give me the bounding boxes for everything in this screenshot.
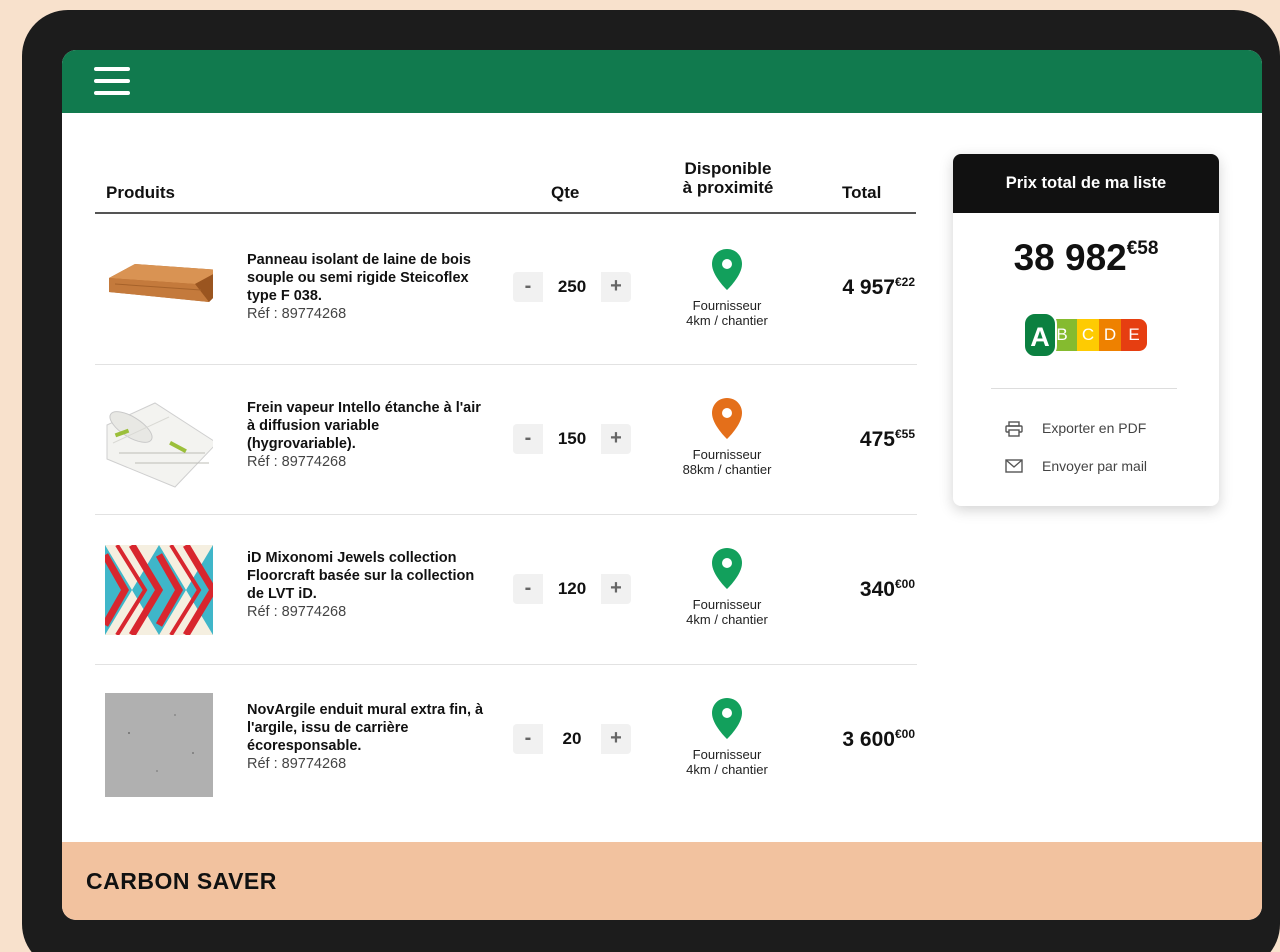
- column-header-disponible-line2: à proximité: [682, 178, 774, 197]
- product-name: iD Mixonomi Jewels collection Floorcraft…: [247, 550, 475, 602]
- line-total-cents: €00: [894, 577, 915, 591]
- decrease-button[interactable]: -: [513, 574, 543, 604]
- product-name: Frein vapeur Intello étanche à l'air à d…: [247, 400, 481, 452]
- map-pin-icon: [712, 249, 742, 290]
- product-row: Frein vapeur Intello étanche à l'air à d…: [95, 365, 917, 515]
- line-total-cents: €55: [894, 427, 915, 441]
- line-total: 3 600€00: [842, 727, 915, 752]
- send-mail-label: Envoyer par mail: [1042, 458, 1148, 474]
- app-screen: Produits Qte Disponible à proximité Tota…: [62, 50, 1262, 920]
- product-description: NovArgile enduit mural extra fin, à l'ar…: [247, 701, 487, 773]
- decrease-button[interactable]: -: [513, 424, 543, 454]
- supplier-label: Fournisseur: [692, 298, 762, 313]
- decrease-button[interactable]: -: [513, 272, 543, 302]
- quantity-stepper: - 20 +: [513, 724, 631, 754]
- eco-score-c: C: [1077, 319, 1099, 351]
- quantity-value[interactable]: 250: [543, 272, 601, 302]
- supplier-distance: 4km / chantier: [686, 612, 768, 627]
- product-name: NovArgile enduit mural extra fin, à l'ar…: [247, 702, 484, 754]
- product-image-floor-tile: [105, 545, 213, 635]
- eco-score-badge: B C D E A: [1023, 312, 1149, 358]
- line-total-main: 3 600: [842, 728, 895, 751]
- line-total: 4 957€22: [842, 275, 915, 300]
- quantity-stepper: - 250 +: [513, 272, 631, 302]
- envelope-icon: [1005, 459, 1023, 473]
- availability: Fournisseur 4km / chantier: [655, 248, 799, 328]
- summary-title: Prix total de ma liste: [953, 154, 1219, 213]
- footer: CARBON SAVER: [62, 842, 1262, 920]
- product-image-vapor-membrane: [106, 402, 213, 488]
- increase-button[interactable]: +: [601, 272, 631, 302]
- availability: Fournisseur 4km / chantier: [655, 697, 799, 777]
- product-image-clay-plaster: [105, 693, 213, 797]
- column-header-disponible: Disponible à proximité: [668, 159, 788, 197]
- map-pin-icon: [712, 548, 742, 589]
- increase-button[interactable]: +: [601, 424, 631, 454]
- supplier-distance: 88km / chantier: [682, 462, 772, 477]
- product-ref: Réf : 89774268: [247, 306, 347, 322]
- eco-score-e: E: [1121, 319, 1147, 351]
- line-total-cents: €22: [894, 275, 915, 289]
- line-total-cents: €00: [894, 727, 915, 741]
- supplier-distance: 4km / chantier: [686, 762, 768, 777]
- product-description: iD Mixonomi Jewels collection Floorcraft…: [247, 549, 487, 621]
- brand-name: CARBON SAVER: [86, 868, 277, 894]
- export-pdf-label: Exporter en PDF: [1042, 420, 1147, 436]
- eco-score-a-selected: A: [1023, 312, 1057, 358]
- increase-button[interactable]: +: [601, 574, 631, 604]
- column-header-disponible-line1: Disponible: [684, 159, 772, 178]
- product-image-wood-panel: [109, 264, 213, 302]
- product-ref: Réf : 89774268: [247, 454, 347, 470]
- column-header-qte: Qte: [551, 183, 580, 202]
- quantity-value[interactable]: 120: [543, 574, 601, 604]
- line-total: 340€00: [860, 577, 915, 602]
- supplier-label: Fournisseur: [692, 597, 762, 612]
- product-ref: Réf : 89774268: [247, 756, 347, 772]
- product-row: Panneau isolant de laine de bois souple …: [95, 215, 917, 365]
- supplier-label: Fournisseur: [692, 747, 762, 762]
- availability: Fournisseur 88km / chantier: [655, 397, 799, 477]
- quantity-stepper: - 150 +: [513, 424, 631, 454]
- product-name: Panneau isolant de laine de bois souple …: [247, 252, 471, 304]
- summary-divider: [991, 388, 1177, 389]
- summary-total-cents: €58: [1126, 238, 1159, 259]
- availability: Fournisseur 4km / chantier: [655, 547, 799, 627]
- line-total: 475€55: [860, 427, 915, 452]
- decrease-button[interactable]: -: [513, 724, 543, 754]
- map-pin-icon: [712, 698, 742, 739]
- hamburger-icon[interactable]: [94, 67, 130, 95]
- header-divider: [95, 212, 916, 214]
- supplier-label: Fournisseur: [692, 447, 762, 462]
- quantity-value[interactable]: 20: [543, 724, 601, 754]
- line-total-main: 475: [859, 428, 895, 451]
- line-total-main: 340: [859, 578, 895, 601]
- summary-total: 38 982€58: [953, 237, 1219, 279]
- product-ref: Réf : 89774268: [247, 604, 347, 620]
- product-row: iD Mixonomi Jewels collection Floorcraft…: [95, 515, 917, 665]
- line-total-main: 4 957: [842, 276, 895, 299]
- printer-icon: [1005, 421, 1023, 437]
- product-row: NovArgile enduit mural extra fin, à l'ar…: [95, 665, 917, 815]
- increase-button[interactable]: +: [601, 724, 631, 754]
- supplier-distance: 4km / chantier: [686, 313, 768, 328]
- top-bar: [62, 50, 1262, 113]
- column-header-produits: Produits: [106, 183, 175, 202]
- quantity-value[interactable]: 150: [543, 424, 601, 454]
- product-description: Panneau isolant de laine de bois souple …: [247, 251, 487, 323]
- map-pin-icon: [712, 398, 742, 439]
- summary-total-main: 38 982: [1013, 237, 1127, 278]
- quantity-stepper: - 120 +: [513, 574, 631, 604]
- summary-card: Prix total de ma liste 38 982€58 B C D E…: [953, 154, 1219, 506]
- product-description: Frein vapeur Intello étanche à l'air à d…: [247, 399, 487, 471]
- column-header-total: Total: [842, 183, 882, 202]
- eco-score-d: D: [1099, 319, 1121, 351]
